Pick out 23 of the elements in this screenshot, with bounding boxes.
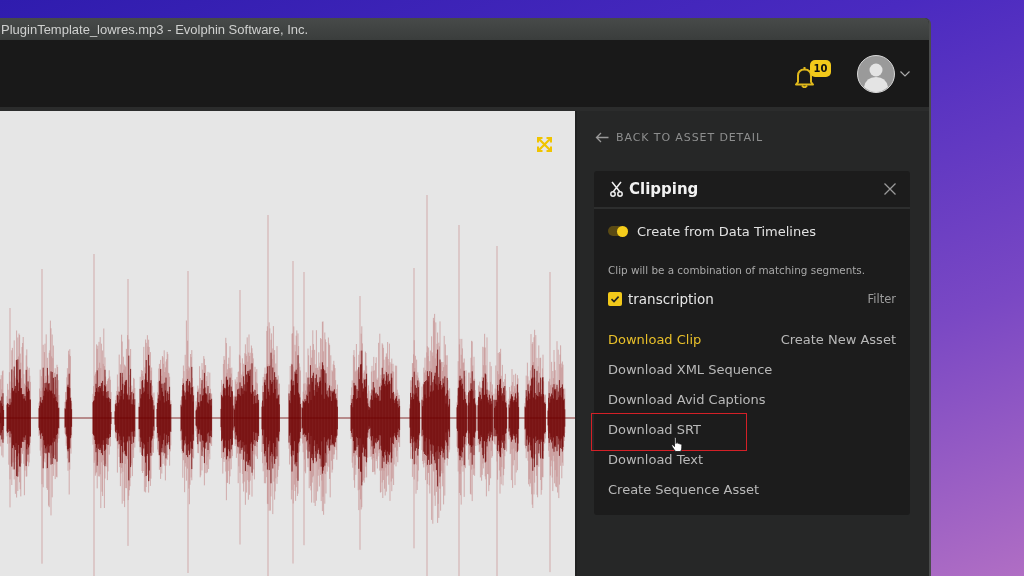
filter-link[interactable]: Filter bbox=[867, 292, 896, 306]
action-link[interactable]: Download Avid Captions bbox=[608, 389, 766, 411]
action-link[interactable]: Download XML Sequence bbox=[608, 359, 773, 381]
toggle-switch[interactable] bbox=[608, 226, 628, 236]
action-link[interactable]: Create Sequence Asset bbox=[608, 479, 760, 501]
arrow-left-icon bbox=[595, 131, 609, 143]
close-icon[interactable] bbox=[884, 183, 896, 195]
toggle-label: Create from Data Timelines bbox=[637, 223, 816, 239]
action-link[interactable]: Download SRT bbox=[608, 419, 702, 441]
checkbox[interactable] bbox=[608, 292, 622, 306]
chevron-down-icon[interactable] bbox=[900, 70, 910, 77]
bell-icon[interactable] bbox=[794, 65, 815, 88]
user-avatar[interactable] bbox=[857, 54, 895, 93]
create-new-asset-link[interactable]: Create New Asset bbox=[780, 329, 896, 351]
timeline-label: transcription bbox=[628, 291, 715, 307]
window-title: PluginTemplate_lowres.mp3 - Evolphin Software, Inc. bbox=[1, 21, 309, 37]
back-link[interactable]: BACK TO ASSET DETAIL bbox=[594, 129, 763, 145]
action-link[interactable]: Download Text bbox=[608, 449, 704, 471]
scissors-icon bbox=[610, 181, 623, 197]
action-link[interactable]: Download Clip bbox=[608, 329, 702, 351]
notification-badge: 10 bbox=[810, 59, 831, 77]
panel-title: Clipping bbox=[629, 180, 700, 198]
description-text: Clip will be a combination of matching segments. bbox=[608, 263, 867, 277]
